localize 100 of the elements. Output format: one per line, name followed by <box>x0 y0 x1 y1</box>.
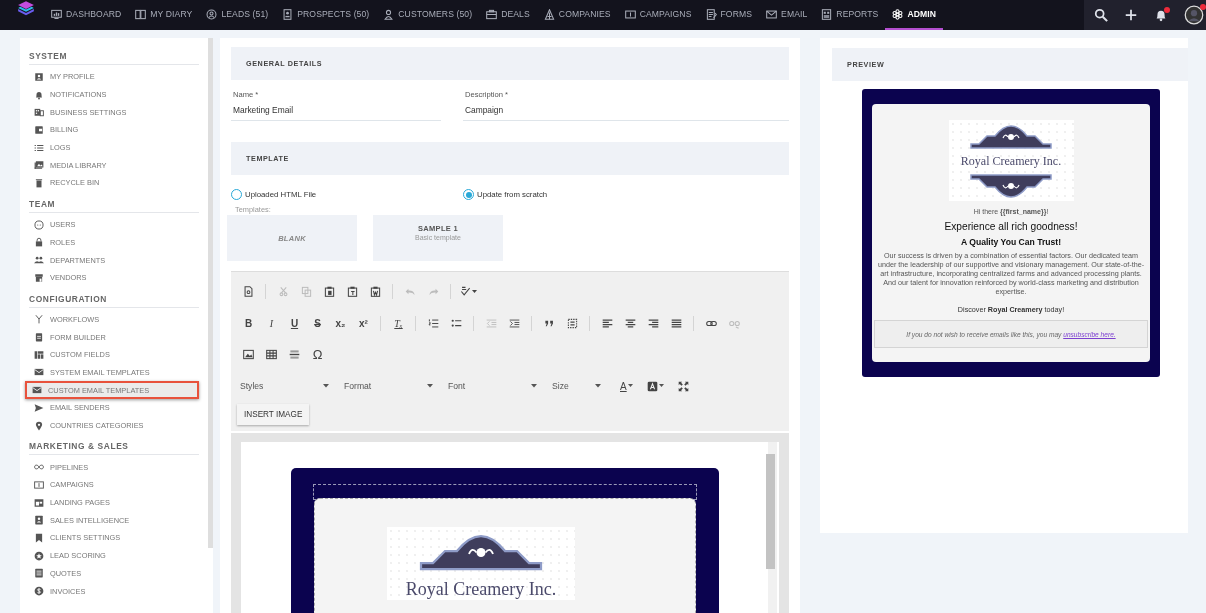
search-icon <box>1094 8 1108 22</box>
align-right-icon <box>648 317 659 329</box>
nav-tab[interactable]: PROSPECTS (50) <box>275 0 377 30</box>
id-card-icon <box>282 8 294 20</box>
plus-icon <box>1124 8 1138 22</box>
scrollbar[interactable] <box>768 442 777 613</box>
italic-button[interactable]: I <box>260 317 283 329</box>
envelope-icon <box>766 8 778 20</box>
insert-image-button[interactable]: INSERT IMAGE <box>237 404 310 425</box>
special-character-button[interactable]: Ω <box>306 347 329 363</box>
avatar-button[interactable] <box>1184 5 1204 25</box>
format-dropdown[interactable]: Font <box>445 381 545 392</box>
numbered-list-icon <box>428 317 439 329</box>
fields-icon <box>34 349 44 360</box>
profile-icon <box>34 71 44 82</box>
building-icon <box>543 8 555 20</box>
nav-tab[interactable]: ADMIN <box>885 0 944 30</box>
logo-text: Royal Creamery Inc. <box>959 154 1063 169</box>
bell-icon <box>1154 8 1168 22</box>
outdent-icon <box>486 317 497 329</box>
subscript-button[interactable]: x₂ <box>329 317 352 329</box>
nav-tab[interactable]: CUSTOMERS (50) <box>376 0 480 30</box>
input-field[interactable]: Marketing Email <box>231 100 441 121</box>
person-icon <box>383 8 395 20</box>
text-color-button[interactable]: A <box>617 380 636 392</box>
editor-canvas[interactable]: Royal Creamery Inc. <box>241 442 779 613</box>
trash-icon <box>34 177 44 188</box>
nav-tab[interactable]: MY DIARY <box>128 0 200 30</box>
format-dropdown[interactable]: Styles <box>237 381 337 392</box>
wallet-icon <box>34 124 44 135</box>
chart-icon <box>51 8 62 20</box>
briefcase-icon <box>486 8 498 20</box>
maximize-icon <box>677 380 689 392</box>
format-dropdown[interactable]: Format <box>341 381 441 392</box>
star-icon <box>34 550 44 561</box>
input-field[interactable]: Campaign <box>463 100 789 121</box>
clipboard-icon <box>347 286 358 298</box>
nav-tab[interactable]: FORMS <box>698 0 760 30</box>
images-icon <box>34 160 44 171</box>
document-icon <box>243 286 254 298</box>
clipboard-icon <box>34 332 44 343</box>
indent-icon <box>509 317 520 329</box>
bullet-list-icon <box>451 317 462 329</box>
spellcheck-icon <box>460 286 471 298</box>
horizontal-rule-icon <box>289 349 300 361</box>
bell-icon <box>34 89 44 100</box>
section-heading: MARKETING & SALES <box>29 434 199 456</box>
section-heading: SYSTEM <box>29 44 199 65</box>
align-left-icon <box>602 317 613 329</box>
nav-tab[interactable]: COMPANIES <box>536 0 618 30</box>
fork-icon <box>34 314 44 325</box>
bookmark-icon <box>34 532 44 543</box>
book-icon <box>135 8 147 20</box>
nav-tab[interactable]: EMAIL <box>759 0 815 30</box>
email-heading: Experience all rich goodness! <box>944 221 1078 232</box>
section-heading: TEAM <box>29 191 199 213</box>
document-icon <box>34 568 44 579</box>
clear-format-button[interactable]: Tₓ <box>387 317 410 329</box>
underline-button[interactable]: U <box>283 317 306 329</box>
clipboard-icon <box>324 286 335 298</box>
caret-icon <box>595 384 601 389</box>
caret-icon <box>627 384 633 389</box>
nav-tab[interactable]: DEALS <box>479 0 537 30</box>
superscript-button[interactable]: x² <box>352 317 375 329</box>
nav-tab[interactable]: LEADS (51) <box>199 0 276 30</box>
align-center-icon <box>625 317 636 329</box>
list-icon <box>34 142 44 153</box>
email-subheading: A Quality You Can Trust! <box>960 237 1062 247</box>
nav-tab[interactable]: DASHBOARD <box>44 0 129 30</box>
image-icon <box>243 349 254 361</box>
form-icon <box>705 8 717 20</box>
nav-tab[interactable]: REPORTS <box>814 0 886 30</box>
background-color-icon <box>646 380 658 392</box>
pin-icon <box>34 420 44 431</box>
bold-button[interactable]: B <box>237 317 260 329</box>
bell-button[interactable] <box>1154 8 1168 22</box>
people-icon <box>34 255 44 266</box>
align-justify-icon <box>671 317 682 329</box>
envelope-icon <box>32 385 42 396</box>
search-button[interactable] <box>1094 8 1108 22</box>
strikethrough-button[interactable]: S <box>306 317 329 329</box>
clipboard-icon <box>370 286 381 298</box>
face-icon <box>34 219 44 230</box>
div-block-icon <box>567 317 578 329</box>
window-icon <box>34 497 44 508</box>
caret-icon <box>658 384 664 389</box>
format-dropdown[interactable]: Size <box>549 381 609 392</box>
envelope-icon <box>34 367 44 378</box>
logo-text: Royal Creamery Inc. <box>404 579 558 600</box>
scrollbar[interactable] <box>208 38 213 548</box>
badge-icon <box>34 515 44 526</box>
coin-icon <box>34 586 44 597</box>
plus-button[interactable] <box>1124 8 1138 22</box>
nav-tab[interactable]: CAMPAIGNS <box>617 0 699 30</box>
table-icon <box>266 349 277 361</box>
caret-icon <box>323 384 329 389</box>
scissors-icon <box>278 286 289 298</box>
radio-button[interactable] <box>231 189 242 200</box>
avatar-icon <box>1184 5 1204 25</box>
radio-button[interactable] <box>463 189 474 200</box>
